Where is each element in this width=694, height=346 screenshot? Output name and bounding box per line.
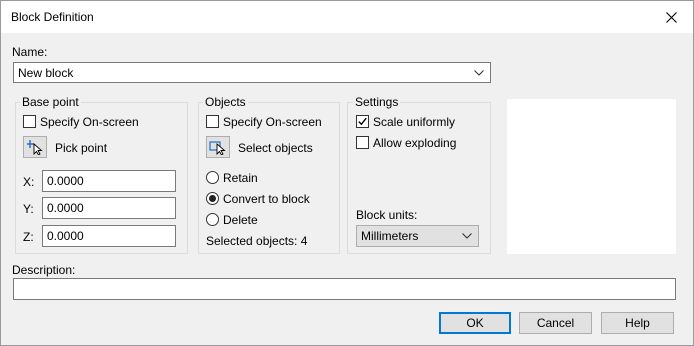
y-label: Y: — [23, 202, 34, 216]
allow-exploding-label: Allow exploding — [373, 136, 457, 150]
z-label: Z: — [23, 230, 34, 244]
window-title: Block Definition — [11, 10, 94, 24]
pick-point-label: Pick point — [55, 141, 108, 155]
help-button[interactable]: Help — [601, 312, 674, 334]
allow-exploding-checkbox[interactable] — [356, 136, 369, 149]
chevron-down-icon — [462, 233, 472, 239]
description-input[interactable] — [13, 278, 676, 300]
scale-uniformly-checkbox[interactable] — [356, 115, 369, 128]
objects-title: Objects — [203, 95, 248, 109]
y-value: 0.0000 — [47, 201, 84, 215]
delete-radio[interactable] — [206, 213, 219, 226]
pick-point-button[interactable] — [23, 136, 47, 158]
base-point-title: Base point — [20, 95, 81, 109]
x-label: X: — [23, 175, 35, 189]
block-units-value: Millimeters — [361, 229, 419, 243]
name-combobox[interactable]: New block — [13, 62, 491, 83]
z-value: 0.0000 — [47, 229, 84, 243]
settings-title: Settings — [353, 95, 401, 109]
base-specify-onscreen-label: Specify On-screen — [40, 115, 139, 129]
pick-point-icon — [27, 140, 43, 155]
close-button[interactable] — [649, 1, 693, 33]
objects-specify-onscreen-checkbox[interactable] — [206, 115, 219, 128]
base-specify-onscreen-checkbox[interactable] — [23, 115, 36, 128]
close-icon — [665, 11, 677, 23]
description-label: Description: — [12, 263, 76, 277]
block-definition-dialog: Block Definition Name: New block Base po… — [0, 0, 694, 346]
title-bar: Block Definition — [1, 1, 693, 33]
help-button-label: Help — [625, 316, 650, 330]
ok-button[interactable]: OK — [439, 312, 511, 334]
cancel-button[interactable]: Cancel — [519, 312, 592, 334]
select-objects-label: Select objects — [238, 141, 313, 155]
name-value: New block — [18, 65, 74, 80]
block-preview — [507, 99, 676, 254]
selected-objects-count: Selected objects: 4 — [206, 234, 308, 248]
scale-uniformly-label: Scale uniformly — [373, 115, 456, 129]
x-input[interactable]: 0.0000 — [42, 170, 176, 192]
convert-to-block-radio[interactable] — [206, 192, 219, 205]
retain-radio[interactable] — [206, 171, 219, 184]
chevron-down-icon — [474, 69, 484, 76]
select-objects-button[interactable] — [206, 136, 230, 158]
y-input[interactable]: 0.0000 — [42, 197, 176, 219]
delete-label: Delete — [223, 213, 258, 227]
convert-to-block-label: Convert to block — [223, 192, 310, 206]
checkmark-icon — [358, 117, 367, 126]
z-input[interactable]: 0.0000 — [42, 225, 176, 247]
objects-specify-onscreen-label: Specify On-screen — [223, 115, 322, 129]
ok-button-label: OK — [466, 316, 484, 330]
block-units-label: Block units: — [356, 208, 418, 222]
retain-label: Retain — [223, 171, 258, 185]
block-units-dropdown[interactable]: Millimeters — [356, 225, 479, 247]
cancel-button-label: Cancel — [536, 316, 575, 330]
select-objects-icon — [209, 141, 226, 155]
radio-selected-dot — [209, 195, 216, 202]
x-value: 0.0000 — [47, 174, 84, 188]
name-label: Name: — [12, 45, 48, 59]
